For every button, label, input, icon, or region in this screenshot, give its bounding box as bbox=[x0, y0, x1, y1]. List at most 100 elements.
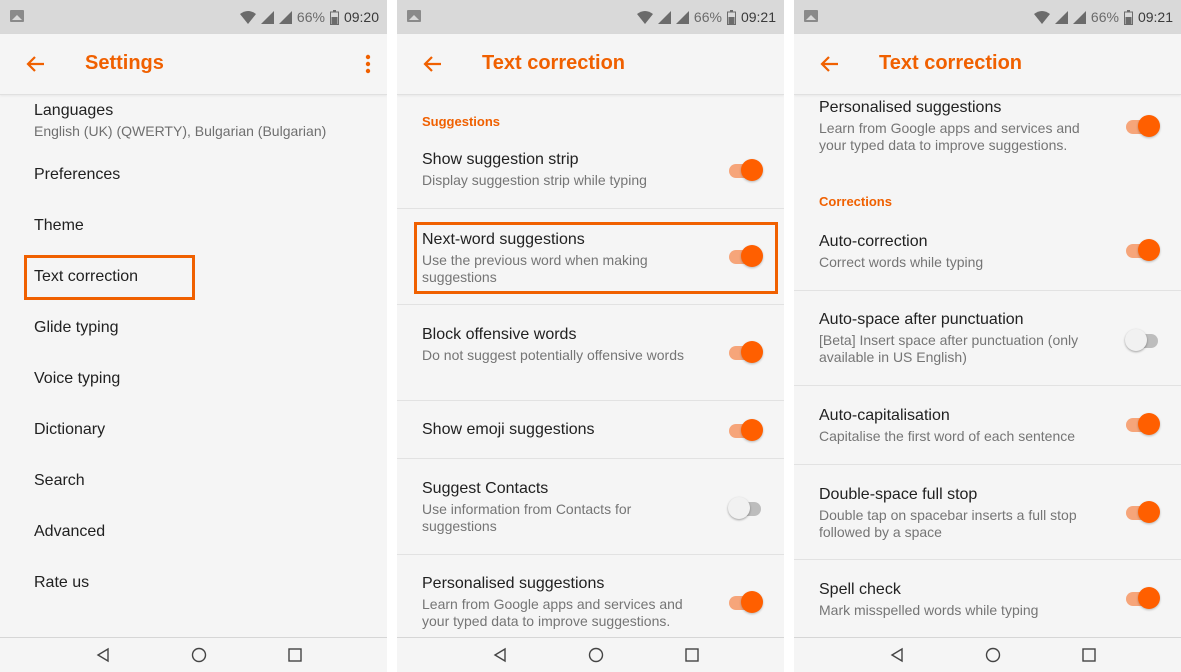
toggle-switch[interactable] bbox=[1125, 239, 1161, 261]
settings-item-preferences[interactable]: Preferences bbox=[0, 166, 387, 184]
pref-personalised-suggestions[interactable]: Personalised suggestions Learn from Goog… bbox=[397, 575, 784, 630]
battery-icon bbox=[329, 9, 339, 25]
signal-icon bbox=[260, 10, 274, 24]
toggle-switch[interactable] bbox=[1125, 329, 1161, 351]
battery-icon bbox=[726, 9, 736, 25]
pref-spell-check[interactable]: Spell check Mark misspelled words while … bbox=[794, 581, 1181, 619]
divider bbox=[397, 304, 784, 305]
settings-item-rate-us[interactable]: Rate us bbox=[0, 574, 387, 592]
back-nav-icon[interactable] bbox=[492, 647, 508, 668]
pref-summary: Capitalise the first word of each senten… bbox=[819, 428, 1076, 444]
divider bbox=[397, 400, 784, 401]
clock: 09:20 bbox=[343, 9, 379, 25]
back-nav-icon[interactable] bbox=[889, 647, 905, 668]
wifi-icon bbox=[239, 10, 256, 24]
pref-summary: Learn from Google apps and services and … bbox=[819, 120, 1080, 153]
item-label: Languages bbox=[34, 102, 114, 119]
signal-icon-2 bbox=[675, 10, 689, 24]
item-label: Advanced bbox=[34, 523, 106, 540]
pref-show-emoji-suggestions[interactable]: Show emoji suggestions bbox=[397, 421, 784, 439]
status-bar: 66% 09:20 bbox=[0, 0, 387, 34]
page-title: Settings bbox=[85, 52, 164, 74]
divider bbox=[794, 464, 1181, 465]
back-arrow-icon[interactable] bbox=[24, 52, 48, 76]
clock: 09:21 bbox=[740, 9, 776, 25]
pref-title: Spell check bbox=[819, 581, 901, 598]
toggle-switch[interactable] bbox=[1125, 501, 1161, 523]
navigation-bar bbox=[0, 637, 387, 672]
pref-title: Suggest Contacts bbox=[422, 480, 549, 497]
settings-item-theme[interactable]: Theme bbox=[0, 217, 387, 235]
toggle-switch[interactable] bbox=[728, 591, 764, 613]
overflow-menu-icon[interactable] bbox=[363, 52, 373, 76]
toggle-switch[interactable] bbox=[728, 497, 764, 519]
settings-item-search[interactable]: Search bbox=[0, 472, 387, 490]
highlight-box bbox=[414, 222, 778, 294]
back-arrow-icon[interactable] bbox=[818, 52, 842, 76]
navigation-bar bbox=[397, 637, 784, 672]
settings-item-dictionary[interactable]: Dictionary bbox=[0, 421, 387, 439]
page-title: Text correction bbox=[482, 52, 625, 74]
pref-summary: Display suggestion strip while typing bbox=[422, 172, 647, 188]
item-label: Search bbox=[34, 472, 85, 489]
item-label: Preferences bbox=[34, 166, 121, 183]
item-summary: English (UK) (QWERTY), Bulgarian (Bulgar… bbox=[34, 123, 327, 139]
settings-item-glide-typing[interactable]: Glide typing bbox=[0, 319, 387, 337]
app-bar: Text correction bbox=[794, 34, 1181, 95]
pref-summary: Use information from Contacts for sugges… bbox=[422, 501, 632, 534]
pref-auto-capitalisation[interactable]: Auto-capitalisation Capitalise the first… bbox=[794, 407, 1181, 445]
divider bbox=[794, 290, 1181, 291]
recents-nav-icon[interactable] bbox=[1081, 647, 1097, 668]
wifi-icon bbox=[1033, 10, 1050, 24]
settings-screen: 66% 09:20 Settings Languages English (UK… bbox=[0, 0, 387, 672]
navigation-bar bbox=[794, 637, 1181, 672]
battery-percent: 66% bbox=[296, 9, 325, 25]
home-nav-icon[interactable] bbox=[588, 647, 604, 668]
back-nav-icon[interactable] bbox=[95, 647, 111, 668]
toggle-switch[interactable] bbox=[728, 419, 764, 441]
home-nav-icon[interactable] bbox=[191, 647, 207, 668]
pref-personalised-suggestions[interactable]: Personalised suggestions Learn from Goog… bbox=[794, 99, 1181, 154]
toggle-switch[interactable] bbox=[1125, 115, 1161, 137]
item-label: Dictionary bbox=[34, 421, 106, 438]
settings-item-voice-typing[interactable]: Voice typing bbox=[0, 370, 387, 388]
pref-title: Personalised suggestions bbox=[422, 575, 605, 592]
wifi-icon bbox=[636, 10, 653, 24]
toggle-switch[interactable] bbox=[728, 341, 764, 363]
settings-item-advanced[interactable]: Advanced bbox=[0, 523, 387, 541]
recents-nav-icon[interactable] bbox=[684, 647, 700, 668]
pref-title: Auto-space after punctuation bbox=[819, 311, 1024, 328]
divider bbox=[397, 208, 784, 209]
pref-suggest-contacts[interactable]: Suggest Contacts Use information from Co… bbox=[397, 480, 784, 535]
settings-list: Languages English (UK) (QWERTY), Bulgari… bbox=[0, 95, 387, 637]
pref-auto-space-after-punctuation[interactable]: Auto-space after punctuation [Beta] Inse… bbox=[794, 311, 1181, 366]
back-arrow-icon[interactable] bbox=[421, 52, 445, 76]
toggle-switch[interactable] bbox=[728, 159, 764, 181]
divider bbox=[397, 458, 784, 459]
signal-icon bbox=[1054, 10, 1068, 24]
battery-percent: 66% bbox=[693, 9, 722, 25]
item-label: Glide typing bbox=[34, 319, 119, 336]
pref-title: Show suggestion strip bbox=[422, 151, 579, 168]
pref-title: Auto-correction bbox=[819, 233, 928, 250]
item-label: Theme bbox=[34, 217, 84, 234]
pref-double-space-full-stop[interactable]: Double-space full stop Double tap on spa… bbox=[794, 486, 1181, 541]
preference-list: Personalised suggestions Learn from Goog… bbox=[794, 95, 1181, 637]
toggle-switch[interactable] bbox=[1125, 413, 1161, 435]
pref-summary: Correct words while typing bbox=[819, 254, 984, 270]
pref-title: Show emoji suggestions bbox=[422, 421, 595, 438]
pref-show-suggestion-strip[interactable]: Show suggestion strip Display suggestion… bbox=[397, 151, 784, 189]
pref-summary: [Beta] Insert space after punctuation (o… bbox=[819, 332, 1079, 365]
pref-title: Personalised suggestions bbox=[819, 99, 1002, 116]
app-bar: Text correction bbox=[397, 34, 784, 95]
home-nav-icon[interactable] bbox=[985, 647, 1001, 668]
settings-item-languages[interactable]: Languages English (UK) (QWERTY), Bulgari… bbox=[0, 102, 387, 139]
pref-summary: Mark misspelled words while typing bbox=[819, 602, 1039, 618]
pref-summary: Double tap on spacebar inserts a full st… bbox=[819, 507, 1077, 540]
battery-icon bbox=[1123, 9, 1133, 25]
signal-icon-2 bbox=[278, 10, 292, 24]
pref-block-offensive-words[interactable]: Block offensive words Do not suggest pot… bbox=[397, 326, 784, 364]
toggle-switch[interactable] bbox=[1125, 587, 1161, 609]
recents-nav-icon[interactable] bbox=[287, 647, 303, 668]
pref-auto-correction[interactable]: Auto-correction Correct words while typi… bbox=[794, 233, 1181, 271]
